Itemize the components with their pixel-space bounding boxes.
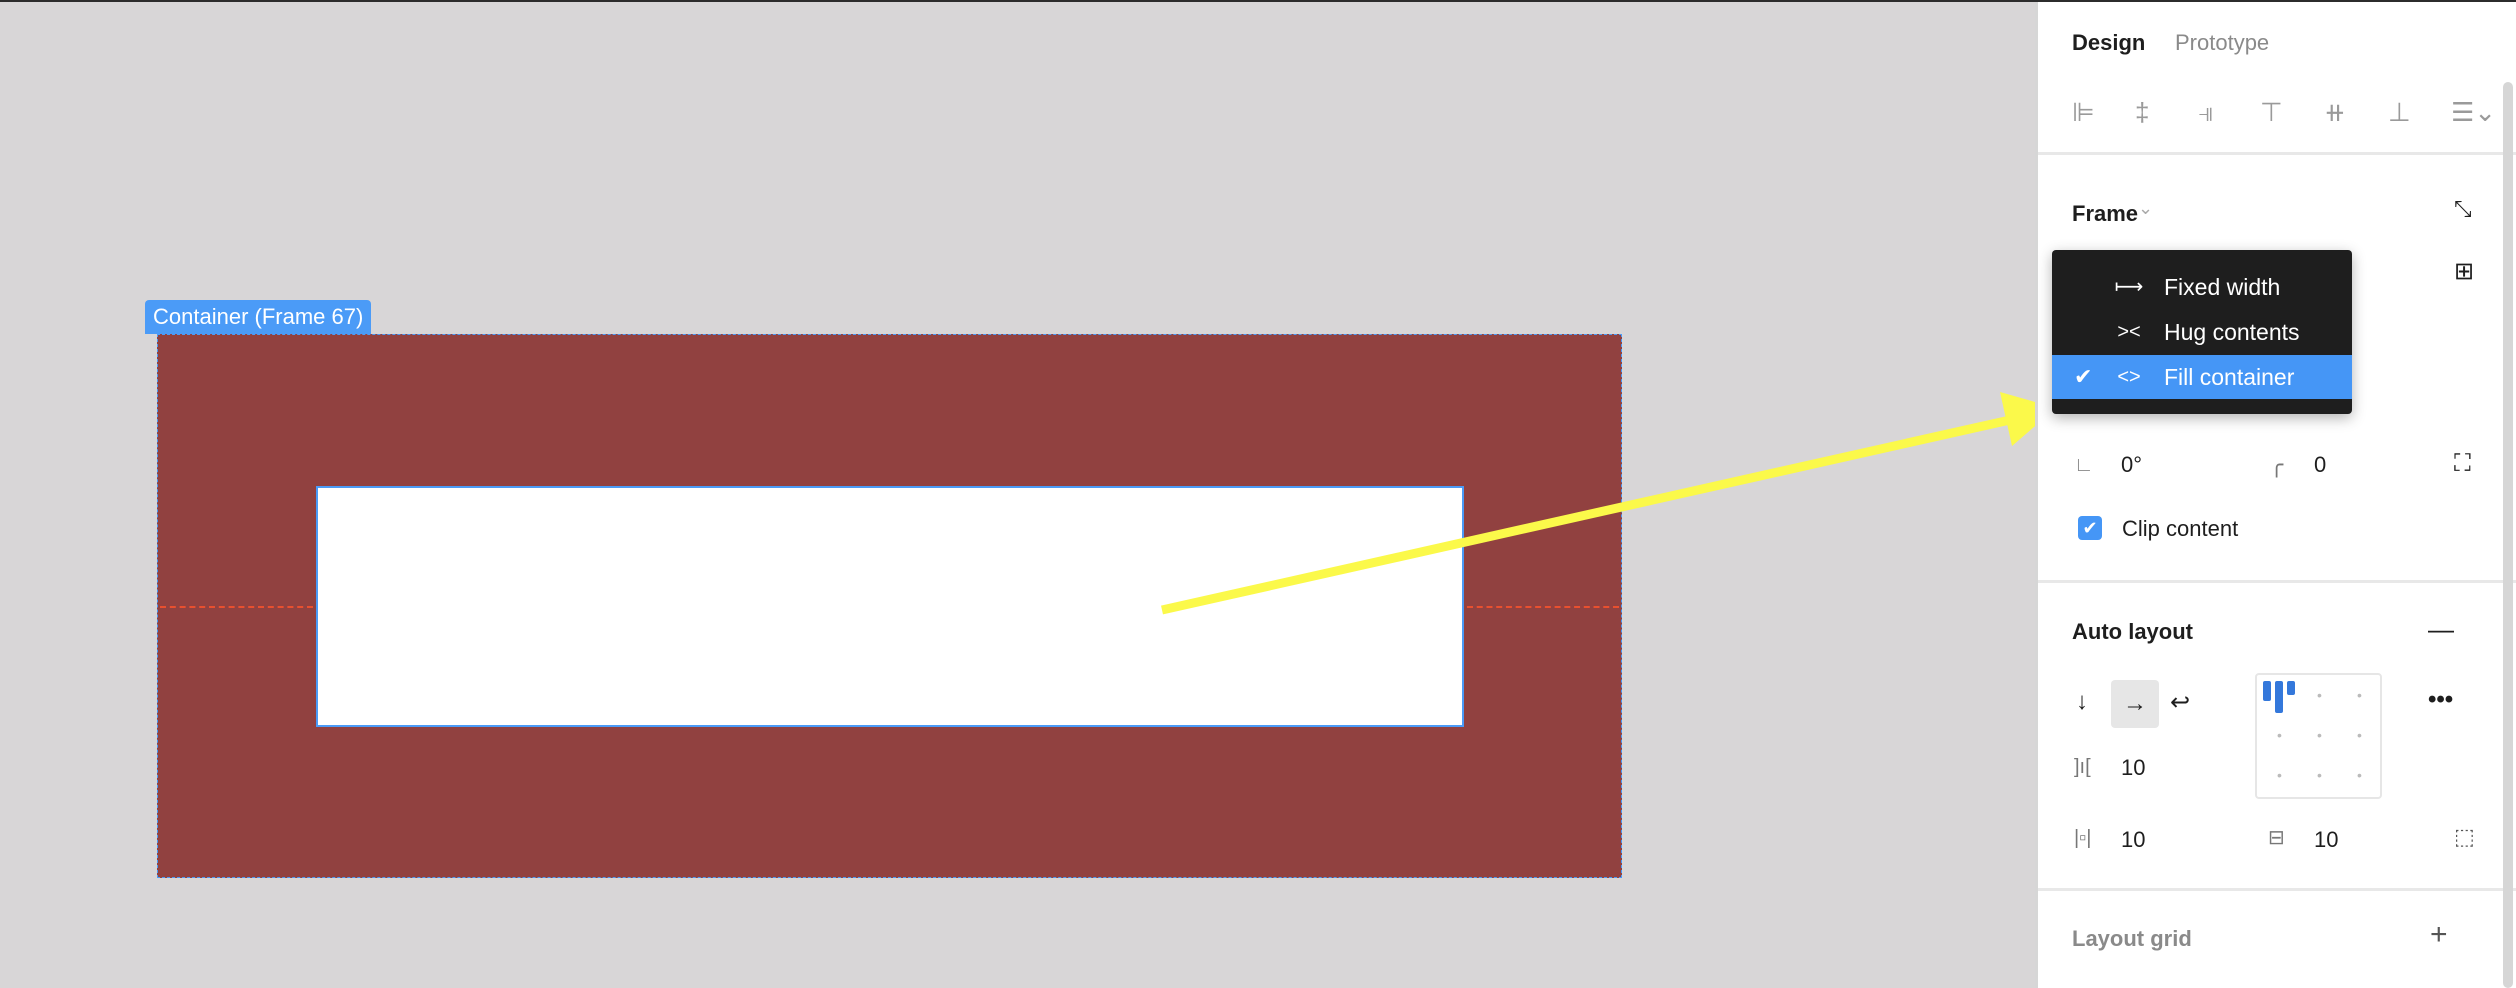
width-sizing-menu: ⟼ Fixed width >< Hug contents ✔ <> Fill …	[2052, 250, 2352, 414]
corner-radius-icon: ╭	[2270, 452, 2284, 477]
divider	[2038, 152, 2516, 155]
clip-content-label: Clip content	[2122, 516, 2239, 541]
alignment-dot[interactable]: •	[2357, 687, 2362, 703]
corner-radius-input[interactable]: 0	[2314, 452, 2326, 478]
panel-scrollbar[interactable]	[2503, 82, 2513, 988]
menu-item-label: Fixed width	[2164, 274, 2281, 300]
horizontal-padding-icon: |▫|	[2074, 827, 2092, 849]
alignment-dot[interactable]: •	[2277, 727, 2282, 743]
alignment-dot[interactable]: •	[2357, 767, 2362, 783]
alignment-dot[interactable]: •	[2317, 727, 2322, 743]
divider	[2038, 888, 2516, 891]
rotation-icon: ∟	[2074, 454, 2094, 476]
vertical-direction-icon[interactable]: ↓	[2076, 688, 2088, 716]
menu-item-fill-container[interactable]: ✔ <> Fill container	[2052, 355, 2352, 399]
fill-container-icon: <>	[2117, 366, 2141, 388]
horizontal-padding-input[interactable]: 10	[2121, 827, 2145, 853]
tab-prototype[interactable]: Prototype	[2175, 30, 2269, 56]
tab-design[interactable]: Design	[2072, 30, 2145, 56]
resize-to-fit-icon[interactable]: ⤡	[2454, 196, 2472, 222]
align-left-icon[interactable]: ⊫	[2072, 97, 2095, 128]
alignment-dot[interactable]: •	[2357, 727, 2362, 743]
align-vertical-center-icon[interactable]: ⧺	[2324, 97, 2346, 128]
add-frame-icon[interactable]: ⊞	[2454, 257, 2474, 286]
alignment-dot[interactable]: •	[2277, 767, 2282, 783]
menu-item-hug-contents[interactable]: >< Hug contents	[2052, 310, 2352, 354]
menu-item-fixed-width[interactable]: ⟼ Fixed width	[2052, 265, 2352, 309]
alignment-indicator	[2275, 681, 2283, 713]
remove-auto-layout-icon[interactable]: —	[2428, 614, 2454, 645]
checkmark-icon: ✔	[2074, 364, 2093, 389]
menu-item-label: Hug contents	[2164, 319, 2300, 345]
gap-input[interactable]: 10	[2121, 755, 2145, 781]
independent-corners-icon[interactable]: ⛶	[2454, 450, 2471, 478]
alignment-indicator	[2287, 681, 2295, 695]
fixed-width-icon: ⟼	[2114, 276, 2144, 298]
align-right-icon[interactable]: ⫣	[2198, 97, 2214, 129]
wrap-direction-icon[interactable]: ↩	[2170, 688, 2190, 717]
individual-padding-icon[interactable]: ⬚	[2454, 824, 2475, 850]
rotation-input[interactable]: 0°	[2121, 452, 2142, 478]
auto-layout-title: Auto layout	[2072, 619, 2193, 644]
alignment-grid[interactable]: • • • • • • • •	[2255, 673, 2382, 799]
add-layout-grid-icon[interactable]: +	[2430, 918, 2448, 952]
align-top-icon[interactable]: ⊤	[2260, 97, 2283, 128]
align-bottom-icon[interactable]: ⊥	[2388, 97, 2411, 128]
horizontal-direction-icon[interactable]: →	[2111, 680, 2159, 728]
alignment-indicator	[2263, 681, 2271, 701]
chevron-down-icon[interactable]: ⌄	[2138, 198, 2153, 219]
vertical-padding-icon: ⊟	[2268, 827, 2285, 849]
divider	[2038, 580, 2516, 583]
frame-section-title[interactable]: Frame	[2072, 201, 2138, 227]
layout-grid-title: Layout grid	[2072, 926, 2192, 951]
alignment-dot[interactable]: •	[2317, 687, 2322, 703]
hug-contents-icon: ><	[2117, 321, 2141, 343]
distribute-icon[interactable]: ☰⌄	[2451, 97, 2496, 128]
design-panel: Design Prototype ⊫ ‡ ⫣ ⊤ ⧺ ⊥ ☰⌄ Frame ⌄ …	[2035, 2, 2516, 988]
vertical-padding-input[interactable]: 10	[2314, 827, 2338, 853]
more-options-icon[interactable]: •••	[2428, 686, 2453, 714]
clip-content-checkbox[interactable]: ✔	[2078, 516, 2102, 540]
alignment-dot[interactable]: •	[2317, 767, 2322, 783]
gap-icon: ]ı[	[2074, 756, 2091, 778]
align-horizontal-center-icon[interactable]: ‡	[2135, 97, 2149, 128]
menu-item-label: Fill container	[2164, 364, 2295, 390]
